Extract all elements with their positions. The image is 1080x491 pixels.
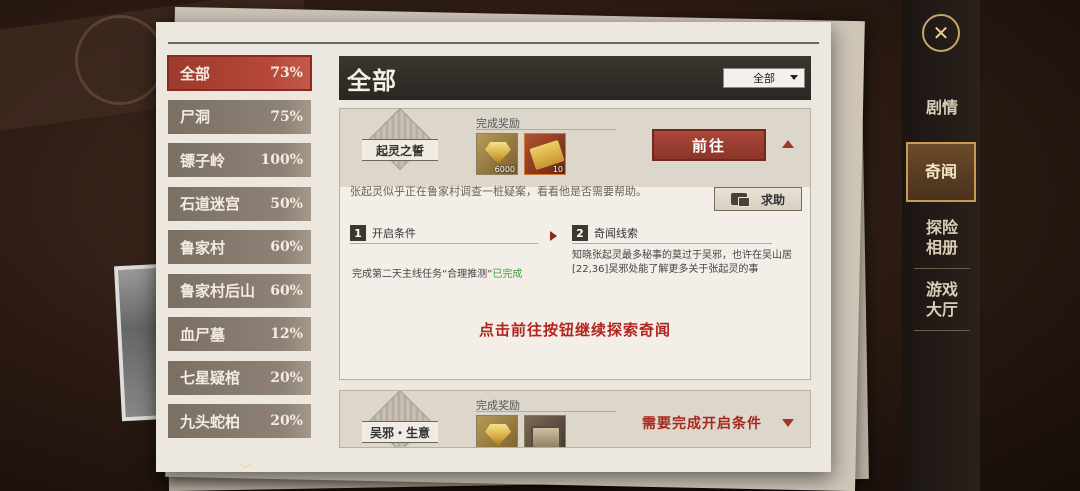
expand-arrow-icon[interactable]: [782, 419, 794, 427]
category-item[interactable]: 全部 73%: [167, 55, 312, 91]
category-item[interactable]: 石道迷宫 50%: [168, 186, 311, 221]
close-icon: ✕: [922, 14, 960, 52]
panel-title: 全部: [347, 65, 397, 95]
quest-emblem: 吴邪・生意: [362, 391, 438, 447]
category-progress: 12%: [270, 326, 303, 342]
dropdown-caret-icon: [790, 75, 798, 80]
category-name: 镖子岭: [180, 151, 226, 170]
category-progress: 60%: [270, 239, 303, 255]
scroll-more-icon[interactable]: ﹀: [568, 427, 582, 447]
category-item[interactable]: 镖子岭 100%: [168, 143, 311, 177]
requirement-text: 需要完成开启条件: [642, 416, 762, 432]
divider: [476, 129, 616, 130]
quest-name: 起灵之誓: [362, 139, 438, 161]
chat-icon: [730, 193, 750, 207]
category-item[interactable]: 七星疑棺 20%: [168, 360, 311, 395]
category-progress: 60%: [270, 282, 303, 299]
quest-card-header: 吴邪・生意 完成奖励 ﹀ 需要完成开启条件: [340, 391, 810, 447]
clue-text: 知晓张起灵最多秘事的莫过于吴邪，也许在吴山居[22,36]吴邪处能了解更多关于张…: [572, 250, 792, 275]
quest-name: 吴邪・生意: [362, 421, 438, 443]
background-stamp: [75, 15, 165, 105]
sidebar-item-anecdote[interactable]: 奇闻: [906, 142, 976, 202]
divider: [572, 243, 772, 244]
quest-card: 吴邪・生意 完成奖励 ﹀ 需要完成开启条件: [339, 390, 811, 448]
filter-value: 全部: [753, 72, 775, 85]
category-name: 九头蛇柏: [180, 412, 241, 431]
quest-card-header: 起灵之誓 完成奖励 6000 10 前往: [340, 107, 810, 187]
category-name: 石道迷宫: [180, 195, 241, 213]
scroll-more-icon[interactable]: ﹀: [238, 460, 252, 480]
quest-panel: 全部 全部 起灵之誓 完成奖励 6000 10 前往 张起灵似乎正在鲁家村调查一…: [339, 56, 811, 448]
unlock-condition-header: 1 开启条件: [350, 225, 416, 241]
quest-emblem: 起灵之誓: [362, 107, 438, 185]
divider: [350, 243, 538, 244]
step-number: 1: [350, 225, 366, 241]
category-item[interactable]: 鲁家村 60%: [168, 230, 311, 264]
help-label: 求助: [760, 192, 785, 207]
category-progress: 75%: [270, 108, 303, 125]
condition-text: 完成第二天主线任务“合理推测”: [352, 269, 493, 280]
clue-header: 2 奇闻线索: [572, 225, 638, 241]
gem-icon: [485, 424, 511, 446]
step-number: 2: [572, 225, 588, 241]
sidebar-item-story[interactable]: 剧情: [910, 98, 974, 118]
collapse-arrow-icon[interactable]: [782, 140, 794, 148]
reward-gem-icon[interactable]: 6000: [476, 133, 518, 175]
filter-dropdown[interactable]: 全部: [723, 68, 805, 88]
unlock-condition: 完成第二天主线任务“合理推测”已完成: [352, 265, 522, 280]
arrow-right-icon: [550, 231, 557, 241]
gem-icon: [485, 142, 511, 164]
reward-count: 6000: [494, 165, 515, 174]
help-button[interactable]: 求助: [714, 187, 802, 211]
category-name: 七星疑棺: [180, 369, 241, 387]
sidebar-divider: [914, 268, 970, 269]
condition-status: 已完成: [492, 269, 523, 280]
reward-ticket-icon[interactable]: 10: [524, 133, 566, 175]
panel-header: 全部 全部: [339, 56, 811, 100]
hint-text: 点击前往按钮继续探索奇闻: [478, 321, 671, 339]
close-emblem-button[interactable]: ✕: [915, 12, 967, 54]
go-button[interactable]: 前往: [652, 129, 766, 161]
category-progress: 100%: [260, 152, 303, 168]
quest-card: 起灵之誓 完成奖励 6000 10 前往 张起灵似乎正在鲁家村调查一桩疑案，看看…: [339, 107, 811, 380]
category-progress: 20%: [270, 369, 303, 386]
chest-icon: [531, 426, 561, 447]
sidebar-item-lobby[interactable]: 游戏大厅: [919, 280, 965, 320]
sidebar-divider: [914, 330, 970, 331]
quest-description: 张起灵似乎正在鲁家村调查一桩疑案，看看他是否需要帮助。: [350, 185, 647, 198]
category-item[interactable]: 鲁家村后山 60%: [168, 273, 311, 308]
right-sidebar: ✕ 剧情 奇闻 探险相册 游戏大厅: [902, 0, 980, 491]
category-name: 鲁家村: [180, 238, 226, 257]
reward-count: 10: [552, 165, 563, 174]
category-item[interactable]: 血尸墓 12%: [168, 317, 311, 351]
step-title: 奇闻线索: [594, 227, 638, 240]
category-name: 全部: [180, 64, 211, 83]
sidebar-item-album[interactable]: 探险相册: [919, 218, 965, 258]
divider: [476, 411, 616, 412]
journal-page: 全部 73% 尸洞 75% 镖子岭 100% 石道迷宫 50% 鲁家村 60% …: [156, 22, 831, 479]
step-title: 开启条件: [372, 227, 416, 240]
category-progress: 20%: [270, 413, 303, 429]
category-item[interactable]: 尸洞 75%: [168, 99, 311, 134]
category-name: 血尸墓: [180, 325, 226, 344]
category-item[interactable]: 九头蛇柏 20%: [168, 404, 311, 438]
category-progress: 50%: [270, 195, 303, 212]
category-name: 尸洞: [180, 108, 211, 126]
reward-gem-icon[interactable]: [476, 415, 518, 447]
category-list: 全部 73% 尸洞 75% 镖子岭 100% 石道迷宫 50% 鲁家村 60% …: [167, 55, 312, 479]
reward-chest-icon[interactable]: [524, 415, 566, 447]
category-progress: 73%: [270, 65, 303, 81]
category-name: 鲁家村后山: [180, 282, 256, 300]
